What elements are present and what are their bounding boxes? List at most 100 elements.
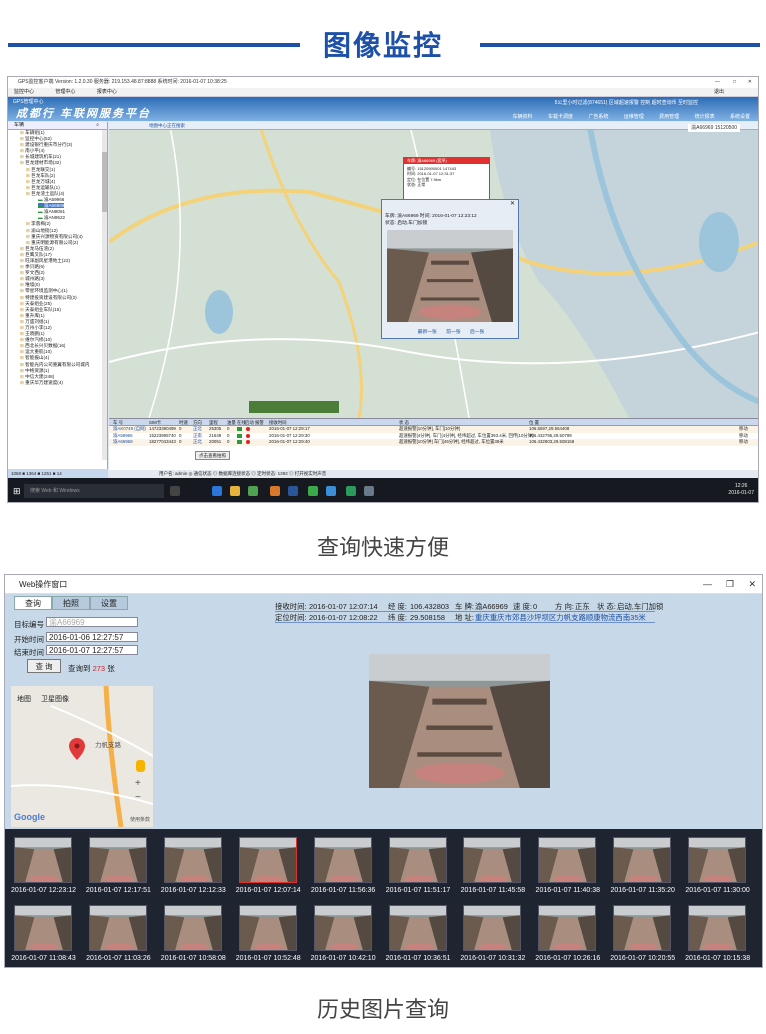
- grid-column-header[interactable]: SIM卡: [149, 419, 161, 426]
- query-button[interactable]: 查 询: [27, 659, 61, 673]
- photo-thumbnail[interactable]: [388, 837, 447, 883]
- thumbnail-time-label: 2016-01-07 12:07:14: [235, 887, 301, 894]
- search-icon[interactable]: ⌕: [96, 122, 99, 128]
- photo-thumbnail[interactable]: [88, 905, 147, 951]
- app-icon-green2[interactable]: [346, 486, 356, 496]
- grid-column-header[interactable]: 报警: [255, 419, 264, 426]
- explorer-icon[interactable]: [230, 486, 240, 496]
- grid-column-header[interactable]: 方向: [193, 419, 202, 426]
- banner-links[interactable]: 5公里小时过滤(874651) 区域超速报警 控制 超时查询币 至时监控: [555, 99, 698, 106]
- tab-dispatch[interactable]: 车载卡调度: [548, 114, 573, 120]
- caption-bottom: 历史图片查询: [316, 997, 449, 1022]
- pegman-icon[interactable]: [136, 760, 145, 772]
- photo-thumbnail[interactable]: [14, 905, 72, 951]
- mini-map[interactable]: 地图 卫星图像 力帆支路 + − Google 使用条款: [11, 686, 153, 827]
- app-icon-green[interactable]: [308, 486, 318, 496]
- taskbar-search-input[interactable]: 搜索 Web 和 Windows: [24, 484, 164, 498]
- tab-ops[interactable]: 运维管理: [624, 114, 644, 120]
- gps-client-taskbar-icon[interactable]: [364, 486, 374, 496]
- map-tab-map[interactable]: 地图: [17, 694, 31, 704]
- photo-thumbnail[interactable]: [163, 905, 222, 951]
- tab-reports[interactable]: 统计报表: [695, 114, 715, 120]
- photo-thumbnail[interactable]: [688, 837, 747, 883]
- target-input[interactable]: 渝A66969: [46, 617, 138, 627]
- minimize-icon[interactable]: —: [703, 575, 712, 594]
- grid-column-header[interactable]: 时速: [179, 419, 188, 426]
- grid-header: 车 号 SIM卡 时速 方向 里程 油量 在线 启动 报警 接收时间状 态位 置: [109, 419, 758, 426]
- minimize-icon[interactable]: —: [715, 77, 720, 88]
- result-count: 273: [92, 664, 106, 673]
- photo-thumbnail[interactable]: [688, 905, 747, 951]
- mini-map-canvas[interactable]: [11, 686, 153, 827]
- tab-photo[interactable]: 拍照: [52, 596, 90, 610]
- grid-column-header[interactable]: 里程: [209, 419, 218, 426]
- tree-node[interactable]: ⊞ 重庆华万建速度(4): [8, 380, 107, 386]
- prev-photo-button[interactable]: 前一张: [446, 330, 460, 335]
- thumbnail-time-label: 2016-01-07 10:42:10: [310, 955, 376, 962]
- tree-scroll-thumb[interactable]: [102, 152, 107, 212]
- zoom-in-icon[interactable]: +: [135, 778, 141, 789]
- tab-settings[interactable]: 系统设置: [730, 114, 750, 120]
- start-time-input[interactable]: 2016-01-06 12:27:57: [46, 632, 138, 642]
- tab-vehicle-info[interactable]: 车辆资料: [513, 114, 533, 120]
- clock-date: 2016-01-07: [728, 490, 754, 496]
- terms-link[interactable]: 使用条款: [130, 816, 150, 823]
- grid-column-header[interactable]: 启动: [245, 419, 254, 426]
- photo-thumbnail[interactable]: [88, 837, 147, 883]
- grid-column-header[interactable]: 车 号: [113, 419, 123, 426]
- maximize-icon[interactable]: □: [733, 77, 736, 88]
- grid-cell-dir: 正北: [193, 439, 202, 444]
- grid-column-header[interactable]: 油量: [227, 419, 236, 426]
- tree-search-input[interactable]: 车辆 ⌕: [8, 122, 107, 130]
- large-truck-photo[interactable]: [369, 654, 550, 788]
- menu-manage-center[interactable]: 管理中心: [55, 89, 75, 95]
- photo-thumbnail[interactable]: [14, 837, 72, 883]
- gps-client-window: GPS监控客户端 Version: 1.2.0.30 服务器: 219.153.…: [7, 76, 759, 503]
- taskview-icon[interactable]: [170, 486, 180, 496]
- photo-thumbnail[interactable]: [613, 905, 672, 951]
- app-icon-orange[interactable]: [270, 486, 280, 496]
- word-icon[interactable]: [288, 486, 298, 496]
- photo-thumbnail[interactable]: [163, 837, 222, 883]
- store-icon[interactable]: [248, 486, 258, 496]
- dialog-close-icon[interactable]: ✕: [510, 200, 515, 207]
- zoom-out-icon[interactable]: −: [135, 792, 141, 803]
- map-plate-box[interactable]: 渝A66969 15120500: [688, 124, 740, 132]
- browser-icon[interactable]: [212, 486, 222, 496]
- photo-thumbnail[interactable]: [538, 837, 597, 883]
- photo-thumbnail[interactable]: [538, 905, 597, 951]
- menu-monitor-center[interactable]: 监控中心: [14, 89, 34, 95]
- end-time-input[interactable]: 2016-01-07 12:27:57: [46, 645, 138, 655]
- tab-fees[interactable]: 费用管理: [659, 114, 679, 120]
- photo-thumbnail[interactable]: [463, 905, 522, 951]
- grid-column-header[interactable]: 接收时间: [269, 419, 287, 426]
- photo-thumbnail[interactable]: [613, 837, 672, 883]
- latest-photo-button[interactable]: 最新一张: [418, 330, 437, 335]
- menu-report-center[interactable]: 报表中心: [97, 89, 117, 95]
- tab-settings[interactable]: 设置: [90, 596, 128, 610]
- close-icon[interactable]: ✕: [748, 575, 756, 594]
- photo-thumbnail[interactable]: [463, 837, 522, 883]
- next-photo-button[interactable]: 后一张: [470, 330, 484, 335]
- plate-number: 渝A66969: [475, 602, 508, 611]
- address: 重庆重庆市郊县沙坪坝区力帆支路顺康物流西南35米: [475, 613, 646, 622]
- grid-column-header[interactable]: 状 态: [399, 419, 409, 426]
- app-icon-blue[interactable]: [326, 486, 336, 496]
- photo-thumbnail[interactable]: [238, 905, 297, 951]
- snap-button[interactable]: 点击查看拍照: [195, 451, 230, 460]
- banner-tabs: 车辆资料 车载卡调度 广告系统 运维管理 费用管理 统计报表 系统设置: [499, 113, 750, 120]
- tab-ads[interactable]: 广告系统: [588, 114, 608, 120]
- map-tab-satellite[interactable]: 卫星图像: [41, 694, 69, 704]
- restore-icon[interactable]: ❐: [726, 575, 734, 594]
- photo-thumbnail[interactable]: [313, 905, 372, 951]
- photo-thumbnail[interactable]: [388, 905, 447, 951]
- windows-start-icon[interactable]: ⊞: [13, 486, 21, 497]
- tab-query[interactable]: 查询: [14, 596, 52, 610]
- photo-thumbnail[interactable]: [313, 837, 372, 883]
- menu-exit[interactable]: 退出: [714, 88, 724, 97]
- close-icon[interactable]: ✕: [748, 77, 752, 88]
- photo-thumbnail[interactable]: [238, 837, 297, 883]
- grid-column-header[interactable]: 位 置: [529, 419, 539, 426]
- table-row[interactable]: 渝A66969 18277043443 0 正北 20051 0 2016-01-07 12…: [109, 439, 758, 446]
- menu-bar: 监控中心 管理中心 报表中心 退出: [8, 88, 758, 97]
